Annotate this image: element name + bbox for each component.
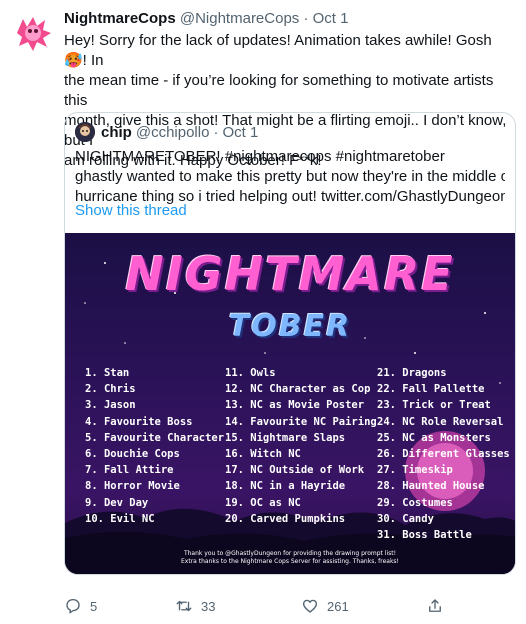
prompt-item: 16. Witch NC	[225, 447, 301, 460]
prompt-item: 7. Fall Attire	[85, 464, 174, 477]
prompt-item: 21. Dragons	[377, 367, 447, 379]
prompt-item: 3. Jason	[85, 399, 136, 412]
prompt-item: 1. Stan	[85, 367, 130, 379]
prompt-item: 24. NC Role Reversal	[377, 415, 504, 428]
nightmarecops-avatar[interactable]	[11, 11, 55, 55]
prompt-item: 13. NC as Movie Poster	[225, 399, 365, 412]
prompt-item: 22. Fall Pallette	[377, 383, 485, 396]
prompt-item: 14. Favourite NC Pairing	[225, 415, 377, 428]
separator-dot: ·	[213, 123, 219, 141]
prompt-item: 4. Favourite Boss	[85, 415, 193, 428]
quote-text: NIGHTMARETOBER! #nightmarecops #nightmar…	[75, 147, 505, 207]
prompt-item: 26. Different Glasses	[377, 447, 510, 460]
quoted-tweet[interactable]: chip @cchipollo · Oct 1 NIGHTMARETOBER! …	[64, 112, 516, 575]
quote-author-handle[interactable]: @cchipollo	[136, 124, 210, 141]
prompt-item: 17. NC Outside of Work	[225, 464, 365, 477]
prompt-item: 10. Evil NC	[85, 512, 155, 525]
tweet-date[interactable]: Oct 1	[313, 10, 349, 27]
quote-author-name[interactable]: chip	[101, 124, 132, 141]
prompt-item: 11. Owls	[225, 367, 276, 379]
share-button[interactable]	[426, 597, 452, 615]
prompt-item: 30. Candy	[377, 512, 434, 525]
prompt-column-1: 1. Stan 2. Chris 3. Jason 4. Favourite B…	[85, 365, 224, 527]
prompt-item: 31. Boss Battle	[377, 528, 472, 541]
retweet-count: 33	[201, 598, 216, 614]
prompt-item: 19. OC as NC	[225, 496, 301, 509]
prompt-item: 28. Haunted House	[377, 480, 485, 493]
like-button[interactable]: 261	[301, 597, 349, 615]
prompt-column-3: 21. Dragons 22. Fall Pallette 23. Trick …	[377, 365, 510, 543]
share-icon	[429, 599, 441, 612]
prompt-item: 29. Costumes	[377, 496, 453, 509]
tweet-text-line: Hey! Sorry for the lack of updates! Anim…	[64, 32, 492, 69]
prompt-item: 20. Carved Pumpkins	[225, 512, 346, 525]
tweet-text-line: the mean time - if you’re looking for so…	[64, 72, 494, 109]
poster-title-tober: TOBER	[228, 309, 352, 344]
quote-header: chip @cchipollo · Oct 1	[75, 122, 258, 142]
prompt-item: 5. Favourite Character	[85, 431, 225, 444]
separator-dot: ·	[303, 10, 309, 27]
tweet-header: NightmareCops @NightmareCops · Oct 1	[64, 10, 349, 27]
prompt-item: 12. NC Character as Cop	[225, 383, 371, 396]
tweet-actions: 5 33 261	[64, 597, 516, 617]
prompt-item: 18. NC in a Hayride	[225, 480, 346, 493]
author-name[interactable]: NightmareCops	[64, 10, 176, 27]
prompt-item: 27. Timeskip	[377, 464, 453, 477]
reply-button[interactable]: 5	[64, 597, 97, 615]
prompt-item: 2. Chris	[85, 383, 136, 396]
poster-title-nightmare: NIGHTMARE	[125, 247, 455, 301]
reply-icon	[66, 598, 80, 614]
nightmaretober-poster-image[interactable]: NIGHTMARE TOBER 1. Stan 2. Chris 3. Jaso…	[65, 233, 515, 574]
prompt-item: 15. Nightmare Slaps	[225, 431, 346, 444]
like-count: 261	[327, 598, 349, 614]
prompt-column-2: 11. Owls 12. NC Character as Cop 13. NC …	[225, 365, 377, 527]
quote-text-line: NIGHTMARETOBER! #nightmarecops #nightmar…	[75, 148, 445, 165]
author-handle[interactable]: @NightmareCops	[180, 10, 299, 27]
show-thread-link[interactable]: Show this thread	[75, 202, 187, 219]
retweet-icon	[176, 600, 192, 612]
prompt-item: 8. Horror Movie	[85, 480, 180, 493]
chip-avatar[interactable]	[75, 122, 95, 142]
prompt-item: 6. Douchie Cops	[85, 447, 180, 460]
retweet-button[interactable]: 33	[175, 597, 215, 615]
quote-date[interactable]: Oct 1	[222, 124, 258, 141]
quote-text-line: ghastly wanted to make this pretty but n…	[75, 168, 505, 185]
poster-credits: Thank you to @GhastlyDungeon for providi…	[65, 550, 515, 566]
prompt-item: 25. NC as Monsters	[377, 431, 491, 444]
credit-line: Extra thanks to the Nightmare Cops Serve…	[181, 558, 399, 565]
credit-line: Thank you to @GhastlyDungeon for providi…	[183, 550, 397, 557]
heart-icon	[302, 599, 318, 613]
reply-count: 5	[90, 598, 98, 614]
prompt-item: 9. Dev Day	[85, 496, 149, 509]
prompt-item: 23. Trick or Treat	[377, 399, 491, 412]
